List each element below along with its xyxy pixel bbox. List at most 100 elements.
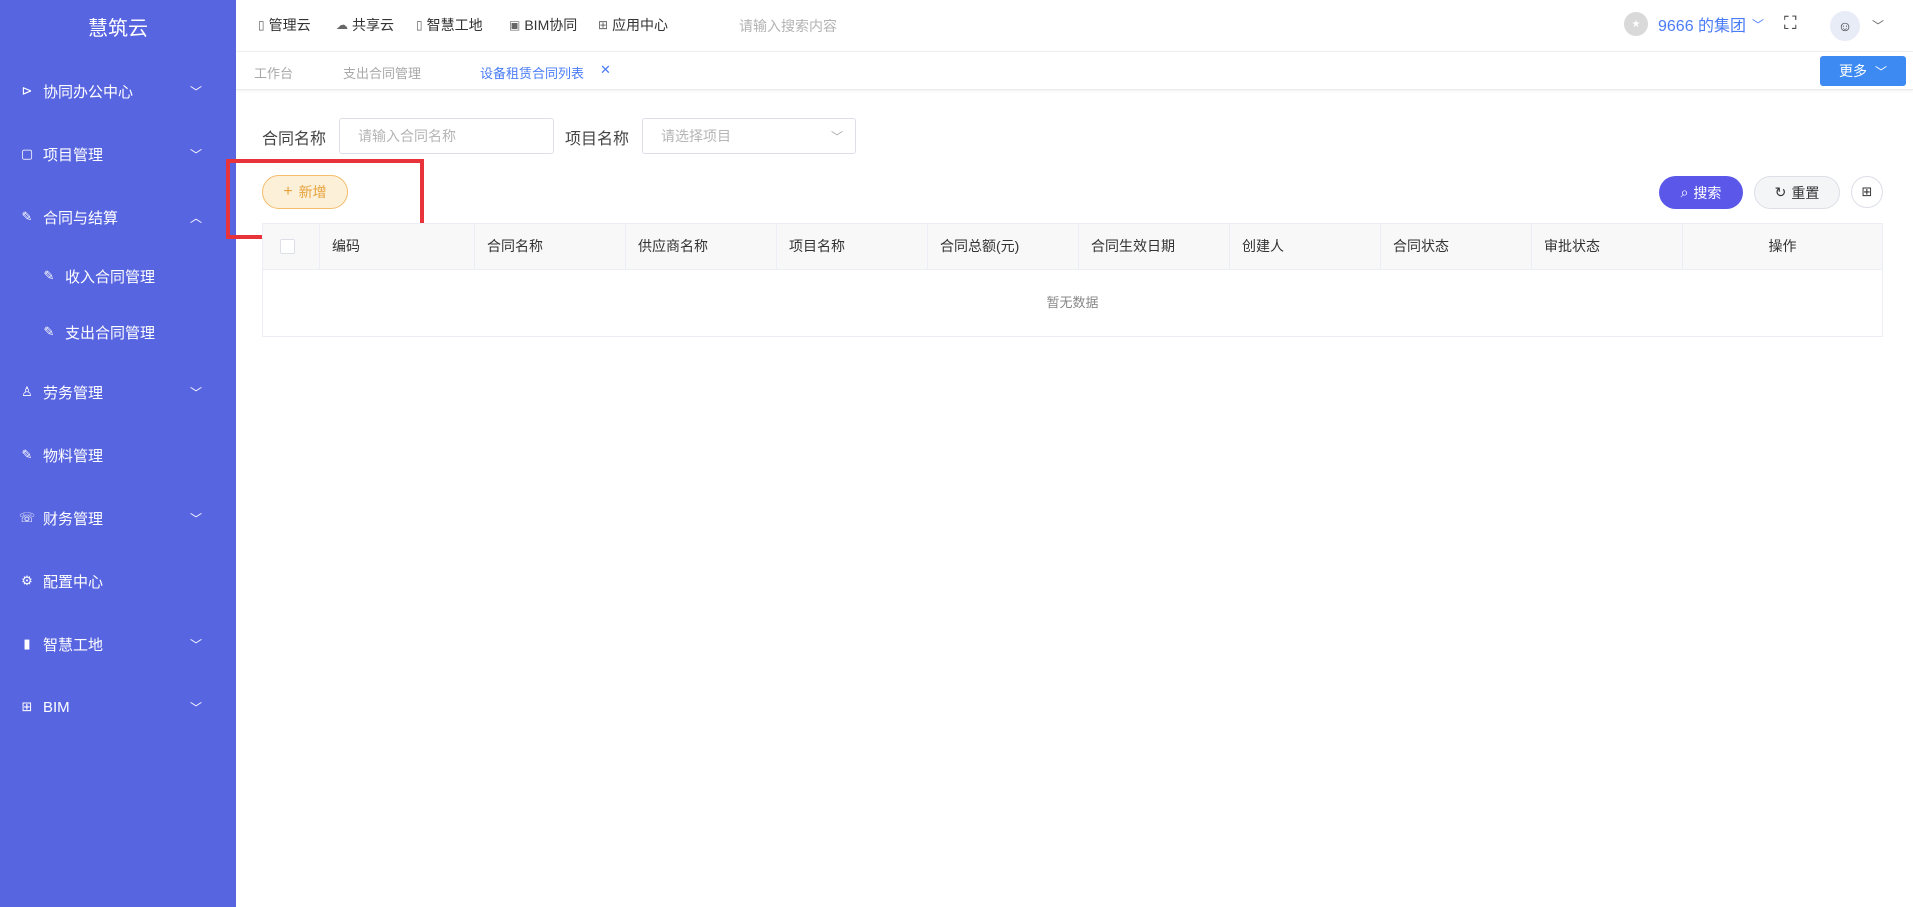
refresh-icon: ↻ <box>1774 184 1787 200</box>
topnav-item-label: 管理云 <box>268 17 311 33</box>
sidebar-item-label: 配置中心 <box>43 573 104 591</box>
reset-button-label: 重置 <box>1791 184 1820 201</box>
column-header[interactable]: 合同总额(元) <box>927 224 1078 269</box>
column-settings-button[interactable]: ⊞ <box>1851 176 1883 208</box>
sidebar-item-label: 物料管理 <box>43 447 104 465</box>
search-button-label: 搜索 <box>1693 184 1722 201</box>
book-icon: ▢ <box>20 146 34 161</box>
column-header[interactable]: 供应商名称 <box>625 224 776 269</box>
project-name-select[interactable]: 请选择项目 ﹀ <box>642 118 856 154</box>
book-icon: ▯ <box>416 18 423 32</box>
sidebar-item-expense-contract[interactable]: ✎ 支出合同管理 <box>0 312 236 352</box>
topnav-item-smart-site[interactable]: ▯ 智慧工地 <box>416 0 483 50</box>
column-header[interactable]: 审批状态 <box>1531 224 1682 269</box>
column-header[interactable]: 编码 <box>319 224 474 269</box>
topnav-item-label: 共享云 <box>352 17 394 33</box>
apps-icon: ⊞ <box>598 18 609 32</box>
grid-icon: ⊞ <box>1861 184 1873 199</box>
sidebar-item-smart-site[interactable]: ▮ 智慧工地 ﹀ <box>0 624 236 664</box>
topnav-item-shared-cloud[interactable]: ☁ 共享云 <box>336 0 394 50</box>
tab-workbench[interactable]: 工作台 <box>254 63 293 82</box>
sidebar-item-finance[interactable]: ☏ 财务管理 ﹀ <box>0 498 236 538</box>
reset-button[interactable]: ↻ 重置 <box>1754 176 1840 209</box>
topnav-item-bim-collab[interactable]: ▣ BIM协同 <box>509 0 577 50</box>
fullscreen-icon[interactable]: ⛶ <box>1784 13 1797 34</box>
contract-table: 编码 合同名称 供应商名称 项目名称 合同总额(元) 合同生效日期 创建人 合同… <box>262 223 1883 337</box>
topnav-item-label: BIM协同 <box>524 17 578 33</box>
phone-icon: ☏ <box>18 510 36 525</box>
more-button-label: 更多 <box>1838 63 1867 79</box>
column-header[interactable]: 项目名称 <box>776 224 927 269</box>
chevron-down-icon: ﹀ <box>1874 64 1887 79</box>
sidebar-item-collab-office[interactable]: ⊳ 协同办公中心 ﹀ <box>0 71 236 111</box>
select-all-cell <box>263 224 319 269</box>
cloud-icon: ☁ <box>336 18 348 32</box>
org-name: 9666 的集团 <box>1658 18 1747 35</box>
contract-name-label: 合同名称 <box>262 131 327 148</box>
chevron-down-icon: ﹀ <box>189 700 202 715</box>
sidebar-item-label: 财务管理 <box>43 510 104 528</box>
sidebar: 慧筑云 ⊳ 协同办公中心 ﹀ ▢ 项目管理 ﹀ ✎ 合同与结算 ︿ ✎ 收入合同… <box>0 0 236 907</box>
global-search-input[interactable]: 请输入搜索内容 <box>739 16 837 36</box>
send-icon: ⊳ <box>21 83 33 98</box>
search-icon: ⌕ <box>1680 184 1689 200</box>
tab-equipment-lease-contracts[interactable]: 设备租赁合同列表 <box>480 63 584 82</box>
cube-icon: ▣ <box>509 18 521 32</box>
sidebar-item-income-contract[interactable]: ✎ 收入合同管理 <box>0 256 236 296</box>
sidebar-item-label: BIM <box>43 698 70 716</box>
worker-icon: ♙ <box>21 384 33 399</box>
topnav-item-management-cloud[interactable]: ▯ 管理云 <box>258 0 311 50</box>
sidebar-item-label: 支出合同管理 <box>65 324 156 342</box>
column-header[interactable]: 创建人 <box>1229 224 1380 269</box>
top-bar: ▯ 管理云 ☁ 共享云 ▯ 智慧工地 ▣ BIM协同 ⊞ 应用中心 请输入搜索内… <box>236 0 1913 52</box>
column-header[interactable]: 合同名称 <box>474 224 625 269</box>
grid-icon: ⊞ <box>21 699 33 714</box>
gear-icon: ⚙ <box>21 573 33 588</box>
contract-name-input[interactable]: 请输入合同名称 <box>339 118 554 154</box>
chevron-down-icon: ﹀ <box>189 385 202 400</box>
chevron-down-icon: ﹀ <box>189 637 202 652</box>
topnav-item-label: 应用中心 <box>612 17 669 33</box>
avatar[interactable]: ☺ <box>1830 11 1860 41</box>
edit-doc-icon: ✎ <box>43 324 55 339</box>
edit-doc-icon: ✎ <box>43 268 55 283</box>
chevron-down-icon: ﹀ <box>189 84 202 99</box>
sidebar-item-labor[interactable]: ♙ 劳务管理 ﹀ <box>0 372 236 412</box>
column-header[interactable]: 合同状态 <box>1380 224 1531 269</box>
brand-logo: 慧筑云 <box>88 18 148 40</box>
doc-icon: ▯ <box>258 18 265 32</box>
column-header[interactable]: 合同生效日期 <box>1078 224 1229 269</box>
topnav-item-label: 智慧工地 <box>426 17 483 33</box>
edit-doc-icon: ✎ <box>21 447 33 462</box>
chevron-down-icon: ﹀ <box>830 130 843 144</box>
sidebar-item-label: 协同办公中心 <box>43 83 134 101</box>
sidebar-item-label: 智慧工地 <box>43 636 104 654</box>
sidebar-item-config-center[interactable]: ⚙ 配置中心 <box>0 561 236 601</box>
chevron-down-icon: ﹀ <box>1752 17 1765 32</box>
empty-state: 暂无数据 <box>1046 295 1099 310</box>
topnav-item-app-center[interactable]: ⊞ 应用中心 <box>598 0 668 50</box>
chevron-up-icon: ︿ <box>189 210 202 225</box>
table-header: 编码 合同名称 供应商名称 项目名称 合同总额(元) 合同生效日期 创建人 合同… <box>263 224 1882 270</box>
sidebar-item-project[interactable]: ▢ 项目管理 ﹀ <box>0 134 236 174</box>
search-button[interactable]: ⌕ 搜索 <box>1659 176 1743 209</box>
sidebar-item-label: 合同与结算 <box>43 209 119 227</box>
chevron-down-icon[interactable]: ﹀ <box>1872 17 1884 34</box>
chevron-down-icon: ﹀ <box>189 511 202 526</box>
select-all-checkbox[interactable] <box>280 239 295 254</box>
sidebar-item-contract-settlement[interactable]: ✎ 合同与结算 ︿ <box>0 197 236 237</box>
edit-doc-icon: ✎ <box>21 209 33 224</box>
project-name-label: 项目名称 <box>565 131 630 148</box>
sidebar-item-bim[interactable]: ⊞ BIM ﹀ <box>0 687 236 727</box>
sidebar-item-materials[interactable]: ✎ 物料管理 <box>0 435 236 475</box>
sidebar-item-label: 收入合同管理 <box>65 268 156 286</box>
contract-name-placeholder: 请输入合同名称 <box>358 128 456 144</box>
org-logo-icon: ★ <box>1624 12 1648 36</box>
project-name-placeholder: 请选择项目 <box>661 128 731 144</box>
sidebar-item-label: 劳务管理 <box>43 384 104 402</box>
bar-chart-icon: ▮ <box>23 636 31 651</box>
org-switcher[interactable]: ★ 9666 的集团 ﹀ <box>1624 12 1764 36</box>
more-button[interactable]: 更多 ﹀ <box>1820 56 1906 86</box>
close-icon[interactable]: ✕ <box>600 62 611 78</box>
tab-expense-contract[interactable]: 支出合同管理 <box>343 63 421 82</box>
